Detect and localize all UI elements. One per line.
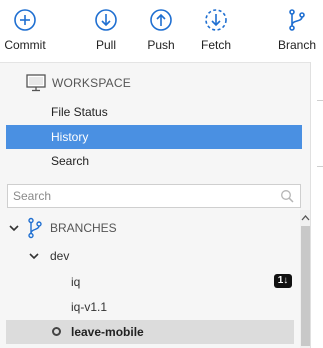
branch-button[interactable]: Branch — [276, 8, 318, 52]
scrollbar-thumb[interactable] — [301, 226, 310, 346]
branch-icon — [28, 217, 42, 239]
dashed-arrow-down-circle-icon — [205, 9, 227, 31]
branch-group-dev[interactable]: dev — [28, 244, 69, 268]
workspace-item-file-status[interactable]: File Status — [6, 100, 302, 124]
workspace-item-label: Search — [51, 154, 90, 168]
branch-item-iq-v1-1[interactable]: iq-v1.1 — [71, 295, 107, 319]
gutter-divider — [317, 166, 323, 167]
sidebar-scrollbar[interactable] — [300, 210, 310, 348]
branch-label: leave-mobile — [71, 325, 144, 339]
branches-header[interactable]: BRANCHES — [8, 216, 300, 240]
search-box — [7, 184, 301, 208]
commit-button[interactable]: Commit — [3, 8, 47, 52]
workspace-title: WORKSPACE — [52, 76, 131, 90]
chevron-down-icon[interactable] — [8, 222, 20, 234]
branch-label: Branch — [277, 38, 317, 52]
chevron-down-icon[interactable] — [28, 250, 40, 262]
branch-group-label: dev — [50, 249, 70, 263]
toolbar: Commit Pull Push Fetch Branch — [0, 0, 323, 62]
workspace-item-label: File Status — [51, 105, 108, 119]
workspace-item-search[interactable]: Search — [6, 149, 302, 173]
current-branch-icon — [52, 327, 61, 336]
behind-count-badge: 1↓ — [274, 274, 292, 288]
monitor-icon — [26, 74, 46, 92]
workspace-header[interactable]: WORKSPACE — [26, 72, 131, 94]
push-button[interactable]: Push — [144, 8, 178, 52]
search-icon — [281, 190, 294, 203]
plus-circle-icon — [14, 9, 36, 31]
commit-label: Commit — [4, 38, 46, 52]
branch-icon — [289, 9, 305, 31]
content-gutter — [310, 62, 323, 348]
arrow-down-circle-icon — [95, 9, 117, 31]
fetch-label: Fetch — [200, 38, 231, 52]
pull-label: Pull — [95, 38, 116, 52]
gutter-divider — [317, 100, 323, 101]
branch-item-current[interactable]: leave-mobile — [6, 320, 294, 344]
push-label: Push — [147, 38, 175, 52]
pull-button[interactable]: Pull — [90, 8, 122, 52]
workspace-item-label: History — [51, 130, 89, 144]
scroll-up-icon[interactable] — [301, 214, 310, 222]
fetch-button[interactable]: Fetch — [199, 8, 233, 52]
arrow-up-circle-icon — [150, 9, 172, 31]
branch-label: iq-v1.1 — [71, 300, 108, 314]
branches-title: BRANCHES — [50, 221, 117, 235]
workspace-item-history[interactable]: History — [6, 125, 302, 149]
branch-item-iq[interactable]: iq — [71, 270, 80, 294]
branch-label: iq — [71, 275, 81, 289]
search-input[interactable] — [8, 185, 270, 207]
